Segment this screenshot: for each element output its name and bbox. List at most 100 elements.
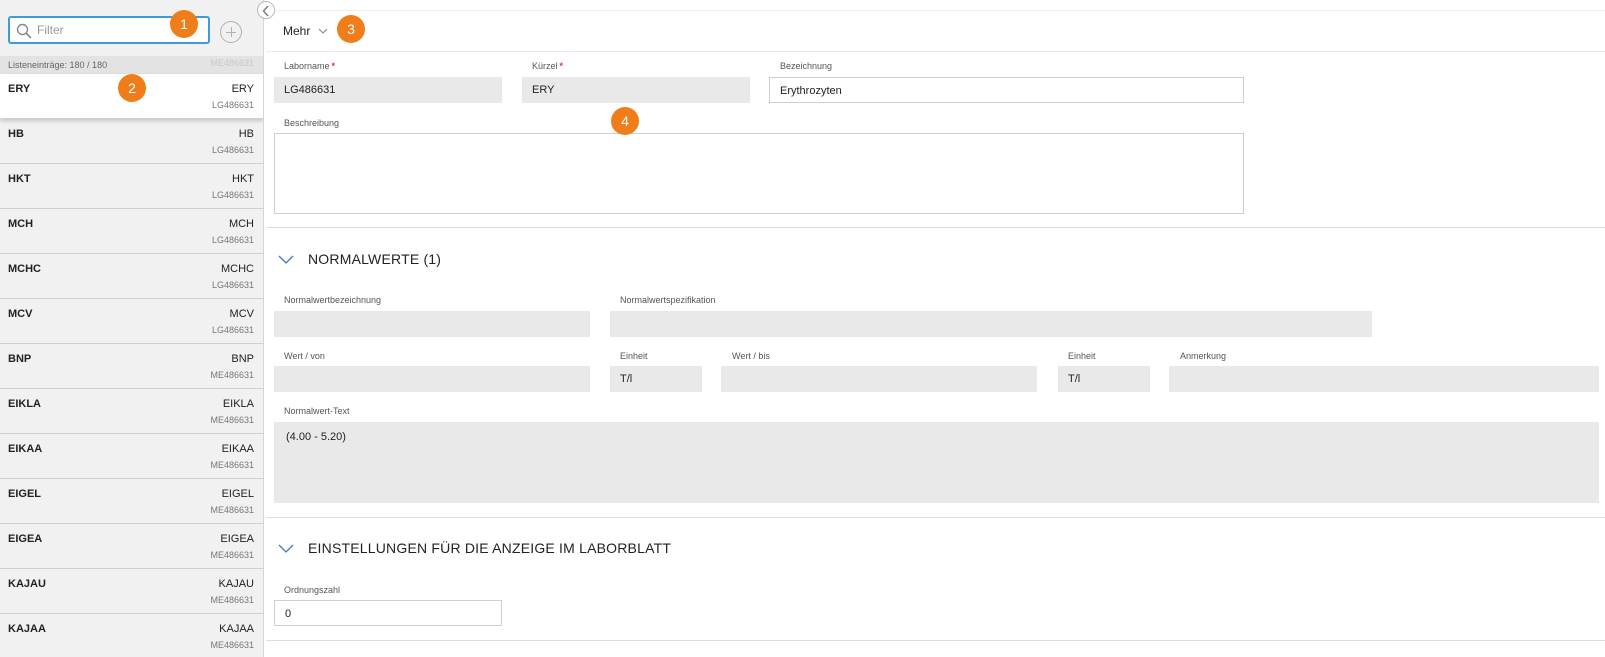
laborname-field[interactable]: LG486631 bbox=[274, 77, 502, 103]
kuerzel-field[interactable]: ERY bbox=[522, 77, 750, 103]
list-count-text: Listeneinträge: 180 / 180 bbox=[8, 60, 108, 70]
list-item-name: EIGEL bbox=[8, 488, 42, 500]
list-item-name: KAJAA bbox=[8, 623, 46, 635]
list-item-name: EIKLA bbox=[8, 398, 41, 410]
callout-badge-1: 1 bbox=[170, 10, 198, 38]
list-item-code: KAJAU bbox=[218, 578, 254, 590]
list-item-code: HB bbox=[238, 128, 254, 140]
callout-badge-3: 3 bbox=[337, 15, 365, 43]
normalwert-text-label: Normalwert-Text bbox=[284, 406, 350, 416]
list-item-eikla[interactable]: EIKLA EIKLA ME486631 bbox=[0, 389, 263, 434]
list-item-lab: ME486631 bbox=[210, 415, 254, 425]
list-item-name: ERY bbox=[8, 83, 31, 95]
list-item-name: BNP bbox=[8, 353, 32, 365]
list-item-kajau[interactable]: KAJAU KAJAU ME486631 bbox=[0, 569, 263, 614]
list-item-lab: ME486631 bbox=[210, 595, 254, 605]
lab-list: ERY ERY LG486631 HB HB LG486631 HKT HKT … bbox=[0, 74, 263, 657]
list-item-code: ERY bbox=[231, 83, 254, 95]
wert-bis-field[interactable] bbox=[721, 366, 1037, 392]
list-item-name: MCV bbox=[8, 308, 33, 320]
list-item-lab: ME486631 bbox=[210, 460, 254, 470]
wert-von-field[interactable] bbox=[274, 366, 590, 392]
list-item-lab: LG486631 bbox=[211, 145, 254, 155]
list-item-lab: ME486631 bbox=[210, 550, 254, 560]
kuerzel-label: Kürzel * bbox=[532, 61, 564, 71]
list-item-code: EIKAA bbox=[221, 443, 254, 455]
list-item-code: EIGEL bbox=[221, 488, 254, 500]
list-item-name: MCH bbox=[8, 218, 34, 230]
list-item-lab: ME486631 bbox=[210, 505, 254, 515]
list-item-name: EIGEA bbox=[8, 533, 43, 545]
einheit-bis-field[interactable]: T/l bbox=[1058, 366, 1150, 392]
list-item-mch[interactable]: MCH MCH LG486631 bbox=[0, 209, 263, 254]
list-item-eikaa[interactable]: EIKAA EIKAA ME486631 bbox=[0, 434, 263, 479]
einheit-bis-label: Einheit bbox=[1068, 351, 1096, 361]
list-item-kajaa[interactable]: KAJAA KAJAA ME486631 bbox=[0, 614, 263, 657]
search-icon bbox=[16, 23, 32, 39]
list-item-mcv[interactable]: MCV MCV LG486631 bbox=[0, 299, 263, 344]
normalwertbezeichnung-field[interactable] bbox=[274, 311, 590, 337]
filter-input[interactable] bbox=[37, 21, 187, 39]
list-item-name: EIKAA bbox=[8, 443, 43, 455]
normalwertbezeichnung-label: Normalwertbezeichnung bbox=[284, 295, 382, 305]
ordnungszahl-field[interactable]: 0 bbox=[274, 600, 502, 626]
einstellungen-title: EINSTELLUNGEN FÜR DIE ANZEIGE IM LABORBL… bbox=[308, 540, 672, 556]
list-item-code: EIKLA bbox=[222, 398, 254, 410]
list-item-name: HB bbox=[8, 128, 24, 140]
list-item-lab: LG486631 bbox=[211, 235, 254, 245]
list-item-code: EIGEA bbox=[220, 533, 254, 545]
list-item-code: KAJAA bbox=[219, 623, 254, 635]
chevron-down-icon bbox=[278, 255, 294, 264]
filter-row bbox=[0, 0, 263, 56]
einstellungen-section-header[interactable]: EINSTELLUNGEN FÜR DIE ANZEIGE IM LABORBL… bbox=[278, 540, 671, 556]
einheit-von-label: Einheit bbox=[620, 351, 648, 361]
collapse-sidebar-button[interactable] bbox=[257, 1, 275, 19]
ordnungszahl-label: Ordnungszahl bbox=[284, 585, 341, 595]
add-entry-button[interactable] bbox=[220, 21, 242, 43]
anmerkung-field[interactable] bbox=[1169, 366, 1599, 392]
list-item-eigel[interactable]: EIGEL EIGEL ME486631 bbox=[0, 479, 263, 524]
more-menu-label: Mehr bbox=[283, 24, 311, 38]
section-divider bbox=[266, 227, 1605, 228]
more-menu-button[interactable]: Mehr bbox=[283, 24, 328, 38]
list-item-name: HKT bbox=[8, 173, 31, 185]
wert-von-label: Wert / von bbox=[284, 351, 325, 361]
list-item-mchc[interactable]: MCHC MCHC LG486631 bbox=[0, 254, 263, 299]
normalwertspezifikation-field[interactable] bbox=[610, 311, 1372, 337]
toolbar: Mehr bbox=[266, 10, 1605, 52]
list-count-bar: Listeneinträge: 180 / 180 ME486631 bbox=[0, 56, 263, 74]
list-item-hb[interactable]: HB HB LG486631 bbox=[0, 119, 263, 164]
list-item-code: MCV bbox=[229, 308, 254, 320]
chevron-down-icon bbox=[318, 28, 328, 34]
laborname-label: Laborname * bbox=[284, 61, 336, 71]
list-item-eigea[interactable]: EIGEA EIGEA ME486631 bbox=[0, 524, 263, 569]
list-item-bnp[interactable]: BNP BNP ME486631 bbox=[0, 344, 263, 389]
einheit-von-field[interactable]: T/l bbox=[610, 366, 702, 392]
anmerkung-label: Anmerkung bbox=[1180, 351, 1227, 361]
list-item-code: BNP bbox=[231, 353, 254, 365]
list-item-lab: ME486631 bbox=[210, 370, 254, 380]
list-item-hkt[interactable]: HKT HKT LG486631 bbox=[0, 164, 263, 209]
detail-panel: Mehr Laborname * LG486631 Kürzel * ERY Bez… bbox=[266, 0, 1605, 657]
beschreibung-label: Beschreibung bbox=[284, 118, 340, 128]
normalwert-text-area[interactable]: (4.00 - 5.20) bbox=[274, 422, 1599, 503]
list-item-lab: LG486631 bbox=[211, 190, 254, 200]
list-count-ghost-code: ME486631 bbox=[210, 58, 254, 68]
list-item-lab: LG486631 bbox=[211, 280, 254, 290]
list-item-lab: ME486631 bbox=[210, 640, 254, 650]
section-divider bbox=[266, 517, 1605, 518]
wert-bis-label: Wert / bis bbox=[732, 351, 770, 361]
normalwerte-section-header[interactable]: NORMALWERTE (1) bbox=[278, 251, 441, 267]
beschreibung-textarea[interactable] bbox=[274, 133, 1244, 214]
list-item-name: MCHC bbox=[8, 263, 41, 275]
section-divider bbox=[266, 640, 1605, 641]
chevron-down-icon bbox=[278, 544, 294, 553]
list-item-name: KAJAU bbox=[8, 578, 46, 590]
chevron-left-icon bbox=[262, 5, 269, 17]
bezeichnung-label: Bezeichnung bbox=[780, 61, 833, 71]
callout-badge-2: 2 bbox=[118, 74, 146, 102]
bezeichnung-field[interactable]: Erythrozyten bbox=[769, 77, 1244, 103]
list-item-lab: LG486631 bbox=[211, 100, 254, 110]
list-item-lab: LG486631 bbox=[211, 325, 254, 335]
normalwerte-title: NORMALWERTE (1) bbox=[308, 251, 442, 267]
